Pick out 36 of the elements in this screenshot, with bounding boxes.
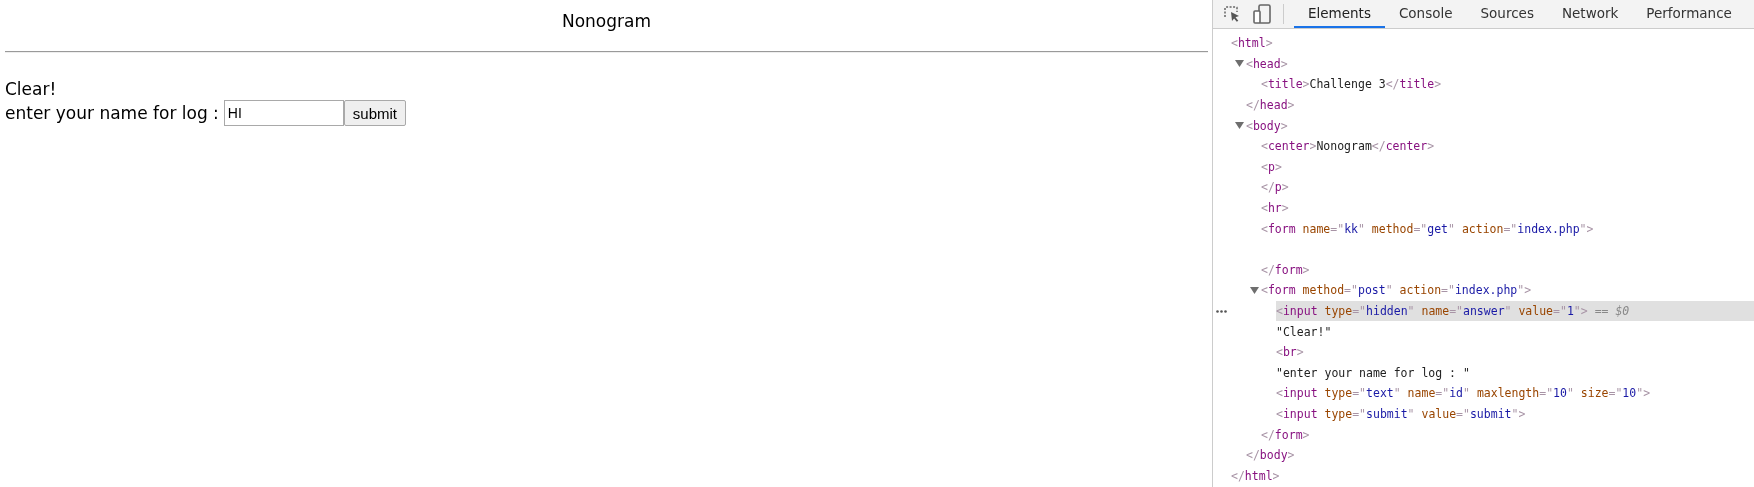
- page-heading: Nonogram: [560, 10, 653, 33]
- inspect-cursor-icon[interactable]: [1223, 5, 1241, 23]
- dom-node-line[interactable]: "Clear!": [1276, 321, 1754, 342]
- dom-node-line[interactable]: <title>Challenge 3</title>: [1261, 74, 1754, 95]
- dom-node-line[interactable]: </head>: [1246, 94, 1754, 116]
- device-toolbar-icon[interactable]: [1253, 4, 1271, 24]
- devtools-tab[interactable]: Sources: [1466, 0, 1548, 28]
- dom-node-line[interactable]: </form>: [1261, 259, 1754, 281]
- name-label: enter your name for log :: [5, 102, 219, 125]
- dom-node-line[interactable]: <input type="submit" value="submit">: [1276, 403, 1754, 425]
- dom-node-line[interactable]: <form method="post" action="index.php">: [1261, 280, 1754, 301]
- dom-node-line[interactable]: <form name="kk" method="get" action="index.php">: [1261, 218, 1754, 239]
- expand-triangle-icon[interactable]: [1250, 286, 1259, 294]
- dom-node-line[interactable]: </body>: [1246, 444, 1754, 466]
- dom-node-line[interactable]: <head>: [1246, 53, 1754, 75]
- dom-node-line[interactable]: "enter your name for log : ": [1276, 362, 1754, 384]
- dom-node-line[interactable]: <br>: [1276, 341, 1754, 363]
- expand-triangle-icon[interactable]: [1235, 60, 1244, 68]
- devtools-tab[interactable]: Console: [1384, 0, 1467, 28]
- dom-node-line[interactable]: <center>Nonogram</center>: [1261, 135, 1754, 157]
- dom-node-line[interactable]: <hr>: [1261, 197, 1754, 219]
- dom-node-line[interactable]: </form>: [1261, 424, 1754, 445]
- dom-node-line[interactable]: </p>: [1261, 177, 1754, 198]
- submit-button[interactable]: submit: [343, 100, 406, 126]
- dom-node-line[interactable]: <body>: [1246, 115, 1754, 136]
- devtools-tab[interactable]: Performance: [1632, 0, 1746, 28]
- dom-node-line[interactable]: <p>: [1261, 156, 1754, 178]
- dom-node-line[interactable]: <html>: [1231, 33, 1754, 54]
- more-dots-icon[interactable]: [1216, 309, 1227, 313]
- expand-triangle-icon[interactable]: [1235, 122, 1244, 130]
- dom-node-line[interactable]: <input type="text" name="id" maxlength="10" size="10">: [1276, 383, 1754, 404]
- clear-message: Clear!: [5, 78, 58, 100]
- dom-node-line[interactable]: </html>: [1231, 465, 1754, 487]
- devtools-tab[interactable]: Network: [1547, 0, 1633, 28]
- name-input-field[interactable]: HI: [223, 100, 344, 126]
- devtools-tab[interactable]: Elements: [1294, 0, 1385, 28]
